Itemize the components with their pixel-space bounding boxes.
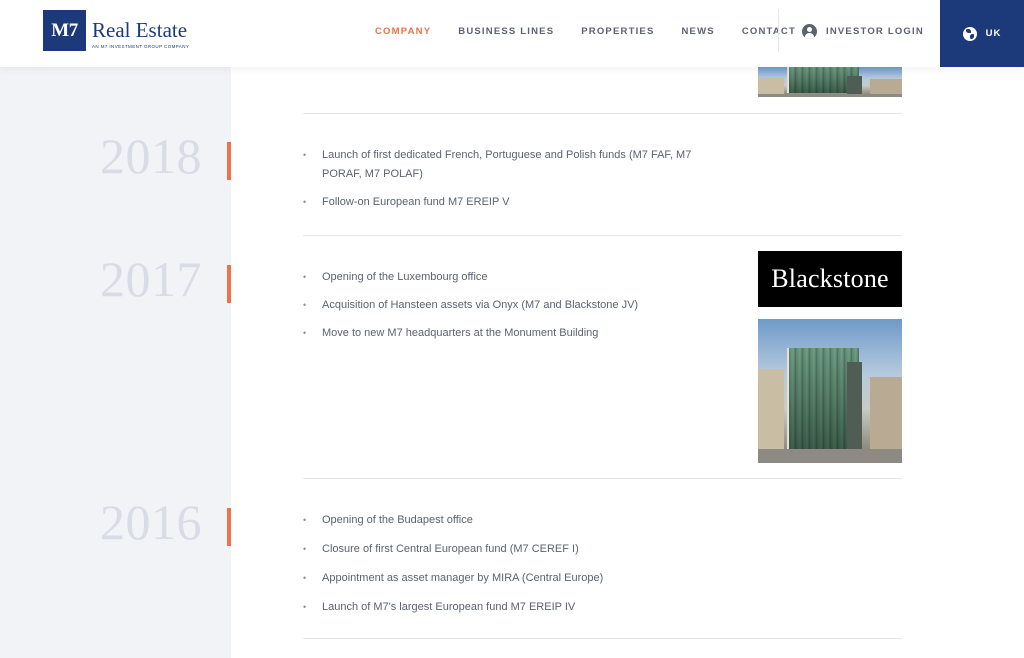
globe-icon — [962, 26, 977, 41]
milestone-item: Acquisition of Hansteen assets via Onyx … — [303, 296, 723, 315]
blackstone-logo-text: Blackstone — [771, 264, 889, 293]
nav-divider — [778, 9, 779, 52]
milestone-list-2017: Opening of the Luxembourg office Acquisi… — [303, 268, 723, 343]
milestone-item: Launch of first dedicated French, Portug… — [303, 146, 723, 184]
milestone-list-2018: Launch of first dedicated French, Portug… — [303, 146, 723, 212]
nav-news[interactable]: NEWS — [682, 26, 715, 37]
year-2016: 2016 — [100, 494, 202, 550]
timeline-separator — [303, 478, 902, 479]
user-icon — [802, 23, 817, 39]
milestone-list-2016: Opening of the Budapest office Closure o… — [303, 511, 723, 617]
m7-logo[interactable]: M7 Real Estate AN M7 INVESTMENT GROUP CO… — [43, 10, 189, 51]
milestone-item: Follow-on European fund M7 EREIP V — [303, 193, 723, 212]
year-2018: 2018 — [100, 128, 202, 184]
timeline-separator — [303, 638, 902, 639]
year-marker — [227, 265, 231, 303]
year-marker — [227, 142, 231, 180]
timeline-separator — [303, 235, 902, 236]
blackstone-logo: Blackstone — [758, 251, 902, 307]
timeline-separator — [303, 113, 902, 114]
logo-tagline: AN M7 INVESTMENT GROUP COMPANY — [92, 44, 190, 49]
building-photo-top — [758, 67, 902, 97]
logo-wordmark: Real Estate AN M7 INVESTMENT GROUP COMPA… — [92, 10, 190, 50]
logo-name: Real Estate — [92, 18, 188, 42]
logo-mark: M7 — [43, 10, 86, 51]
year-2017: 2017 — [100, 251, 202, 307]
nav-business-lines[interactable]: BUSINESS LINES — [458, 26, 554, 37]
country-label: UK — [985, 28, 1002, 39]
left-column-background — [0, 0, 231, 658]
milestone-item: Move to new M7 headquarters at the Monum… — [303, 324, 723, 343]
milestone-item: Closure of first Central European fund (… — [303, 540, 723, 559]
monument-building-photo — [758, 319, 902, 463]
year-marker — [227, 508, 231, 546]
nav-properties[interactable]: PROPERTIES — [581, 26, 654, 37]
milestone-item: Appointment as asset manager by MIRA (Ce… — [303, 569, 723, 588]
nav-company[interactable]: COMPANY — [375, 26, 431, 37]
investor-login-label: INVESTOR LOGIN — [826, 25, 924, 37]
milestone-item: Opening of the Budapest office — [303, 511, 723, 530]
milestone-item: Opening of the Luxembourg office — [303, 268, 723, 287]
country-selector[interactable]: UK — [940, 0, 1024, 67]
nav-contact[interactable]: CONTACT — [742, 26, 796, 37]
investor-login-button[interactable]: INVESTOR LOGIN — [802, 0, 924, 62]
site-header: M7 Real Estate AN M7 INVESTMENT GROUP CO… — [0, 0, 1024, 67]
main-nav: COMPANY BUSINESS LINES PROPERTIES NEWS C… — [375, 0, 823, 62]
milestone-item: Launch of M7's largest European fund M7 … — [303, 598, 723, 617]
